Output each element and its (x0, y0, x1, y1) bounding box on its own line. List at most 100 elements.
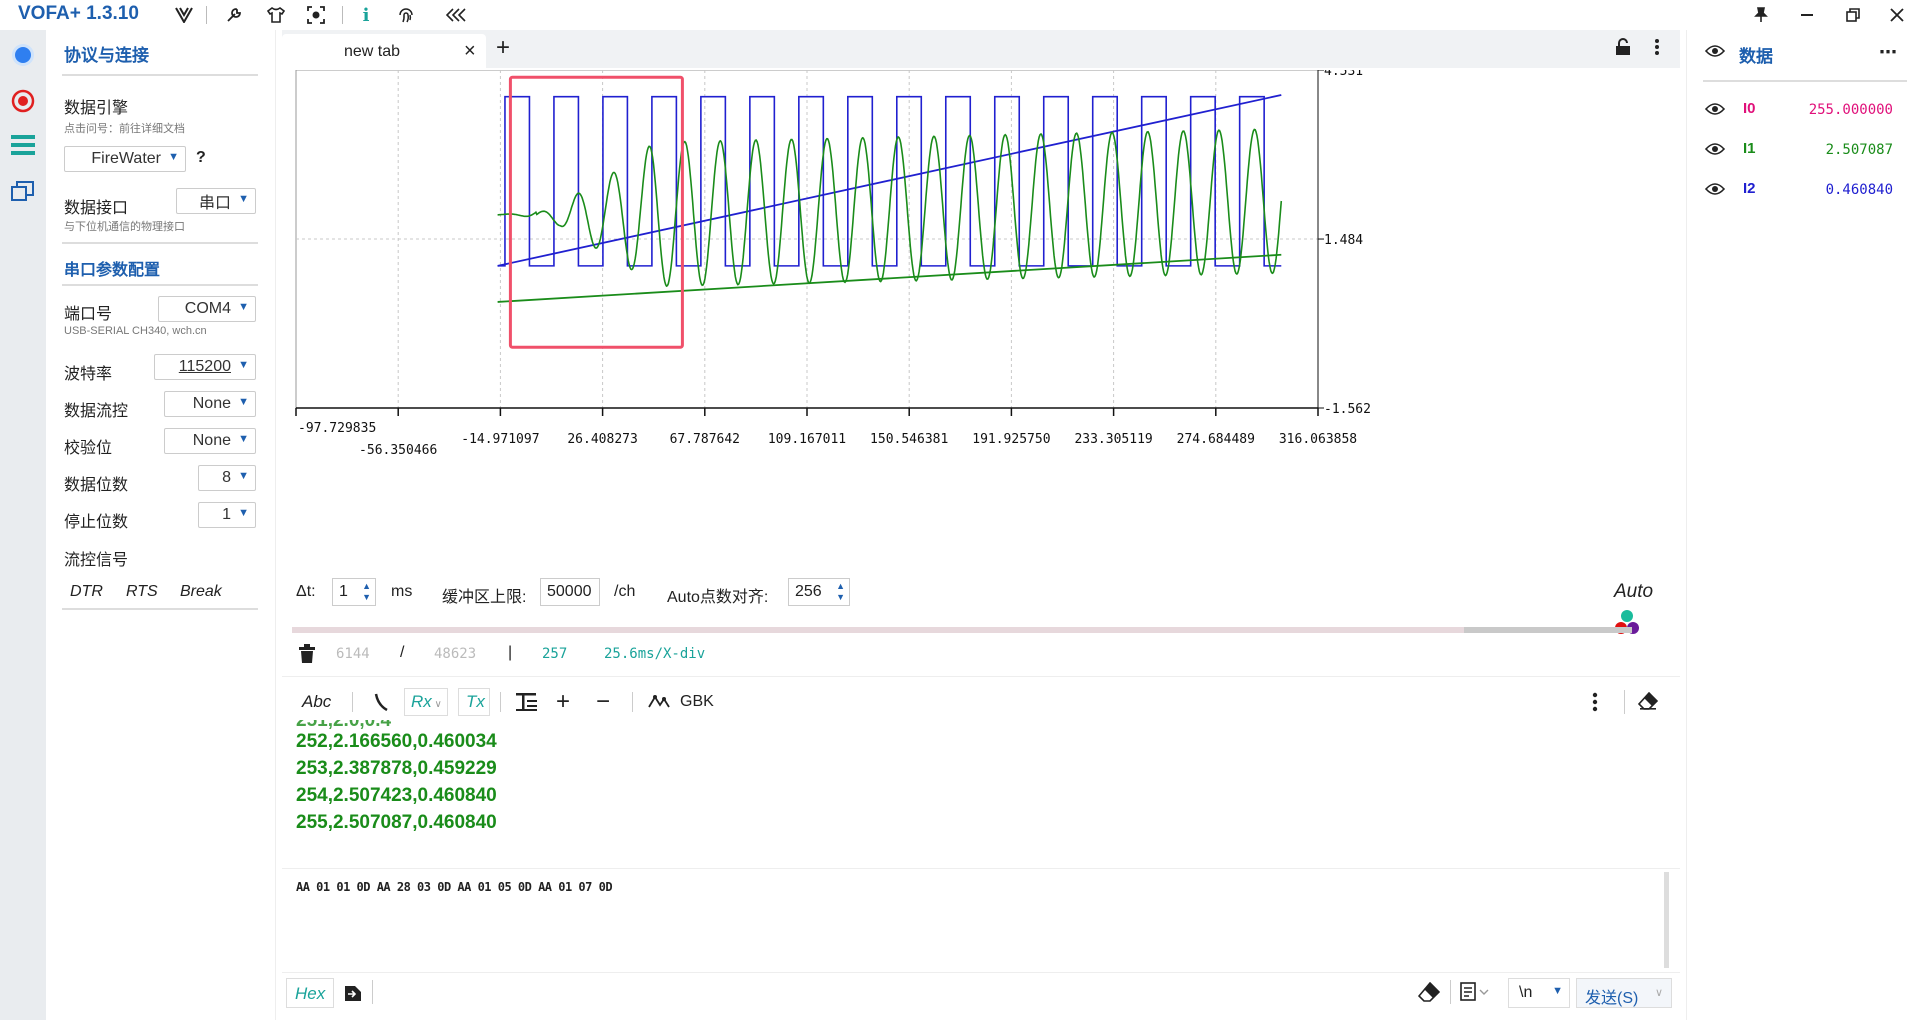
data-more-icon[interactable]: ⋯ (1879, 42, 1897, 63)
stopbits-select[interactable]: 1 ▼ (198, 502, 256, 528)
channel-row[interactable]: I1 2.507087 (1687, 134, 1920, 164)
capture-icon[interactable] (302, 2, 330, 28)
x-tick-label: -14.971097 (461, 432, 539, 447)
trash-icon[interactable] (298, 644, 316, 669)
minimize-button[interactable] (1784, 0, 1830, 30)
baud-select[interactable]: 115200 ▼ (154, 354, 256, 380)
connection-icon[interactable] (8, 40, 38, 70)
timestamp-icon[interactable] (374, 688, 388, 716)
dt-label: Δt: (296, 583, 316, 600)
xdiv-label: 25.6ms/X-div (604, 646, 706, 662)
x-tick-label: 26.408273 (567, 432, 637, 447)
channel-value: 0.460840 (1825, 182, 1893, 198)
baud-label: 波特率 (64, 366, 113, 383)
wrench-icon[interactable] (220, 2, 248, 28)
text-format-icon[interactable] (516, 688, 538, 716)
add-tab-button[interactable]: + (496, 34, 510, 62)
channel-dots-icon[interactable] (1612, 608, 1642, 643)
count-sep-1: / (400, 644, 405, 661)
channel-row[interactable]: I0 255.000000 (1687, 94, 1920, 124)
count-sep-2: | (508, 644, 513, 661)
collapse-icon[interactable] (442, 2, 470, 28)
tx-toggle[interactable]: Tx (458, 688, 490, 716)
send-scrollbar[interactable] (1664, 872, 1669, 968)
vofa-logo-icon[interactable] (170, 2, 198, 28)
hex-toggle[interactable]: Hex (286, 978, 334, 1008)
interface-select[interactable]: 串口 ▼ (176, 188, 256, 214)
info-icon[interactable]: i (352, 2, 380, 28)
clear-send-icon[interactable] (1417, 981, 1441, 1007)
eye-icon[interactable] (1704, 142, 1726, 161)
engine-help-button[interactable]: ? (196, 149, 206, 167)
tab-new[interactable]: new tab × (282, 34, 486, 68)
databits-select[interactable]: 8 ▼ (198, 465, 256, 491)
break-button[interactable]: Break (180, 583, 222, 601)
send-button[interactable]: 发送(S) ∨ (1576, 978, 1672, 1008)
buffer-input[interactable]: 50000 (540, 578, 600, 606)
auto-label[interactable]: Auto (1614, 581, 1653, 603)
spinner-icon[interactable]: ▲ ▼ (362, 581, 371, 603)
zoom-out-icon[interactable]: − (596, 688, 610, 716)
interface-label: 数据接口 (64, 200, 129, 217)
channel-name: I1 (1743, 140, 1756, 157)
windows-icon[interactable] (8, 176, 38, 206)
abc-button[interactable]: Abc (302, 688, 331, 716)
parity-select[interactable]: None ▼ (164, 428, 256, 454)
port-select[interactable]: COM4 ▼ (158, 296, 256, 322)
waveform-chart[interactable]: -97.729835 -56.350466 -14.971097 26.408273 6… (282, 64, 1680, 550)
x-tick-label: 109.167011 (768, 432, 846, 447)
channel-row[interactable]: I2 0.460840 (1687, 174, 1920, 204)
count-1: 6144 (336, 646, 370, 662)
engine-hint: 点击问号：前往详细文档 (64, 123, 185, 135)
x-tick-label: 67.787642 (670, 432, 740, 447)
newline-select[interactable]: \n ▼ (1508, 978, 1570, 1008)
waveform-icon[interactable] (648, 688, 670, 716)
data-heading: 数据 (1739, 47, 1773, 66)
eye-icon[interactable] (1704, 182, 1726, 201)
port-hint: USB-SERIAL CH340, wch.cn (64, 325, 207, 337)
channel-name: I0 (1743, 100, 1756, 117)
dt-input[interactable]: 1 ▲ ▼ (332, 578, 376, 606)
tab-close-button[interactable]: × (464, 40, 476, 63)
scroll-track[interactable] (292, 627, 1632, 633)
eye-icon[interactable] (1704, 102, 1726, 121)
engine-select[interactable]: FireWater ▼ (64, 146, 186, 172)
file-send-icon[interactable] (344, 984, 362, 1007)
record-icon[interactable] (8, 86, 38, 116)
zoom-in-icon[interactable]: + (556, 688, 570, 716)
send-textarea[interactable]: AA 01 01 0D AA 28 03 0D AA 01 05 0D AA 0… (282, 870, 1674, 970)
align-input[interactable]: 256 ▲ ▼ (788, 578, 850, 606)
eraser-icon[interactable] (1637, 691, 1659, 715)
encoding-label[interactable]: GBK (680, 688, 714, 716)
app-title: VOFA+ 1.3.10 (18, 3, 139, 24)
close-button[interactable] (1874, 0, 1920, 30)
unlock-icon[interactable] (1614, 38, 1632, 61)
list-icon[interactable] (8, 130, 38, 160)
chart-svg: -97.729835 -56.350466 -14.971097 26.408273 6… (295, 64, 1371, 458)
chevron-down-icon: ▼ (238, 301, 249, 313)
dt-unit: ms (391, 583, 413, 600)
more-icon[interactable] (1654, 38, 1660, 61)
shirt-icon[interactable] (262, 2, 290, 28)
y-tick-label: 4.531 (1324, 70, 1363, 79)
chevron-down-icon: ▼ (238, 507, 249, 519)
protocol-heading: 协议与连接 (64, 46, 149, 65)
dtr-button[interactable]: DTR (70, 583, 103, 601)
rx-more-icon[interactable] (1592, 692, 1598, 717)
command-list-icon[interactable] (1460, 982, 1490, 1007)
interface-hint: 与下位机通信的物理接口 (64, 221, 185, 233)
flow-select[interactable]: None ▼ (164, 391, 256, 417)
spinner-icon[interactable]: ▲ ▼ (836, 581, 845, 603)
restore-button[interactable] (1830, 0, 1876, 30)
rx-toggle[interactable]: Rx ∨ (404, 688, 448, 716)
x-tick-label: -56.350466 (359, 443, 437, 458)
scroll-thumb[interactable] (1464, 627, 1632, 633)
pin-icon[interactable] (1738, 0, 1784, 30)
buffer-unit: /ch (614, 583, 636, 600)
channel-value: 255.000000 (1808, 102, 1893, 118)
rts-button[interactable]: RTS (126, 583, 158, 601)
port-label: 端口号 (64, 306, 113, 323)
y-tick-label: 1.484 (1324, 233, 1363, 248)
eye-icon[interactable] (1704, 44, 1726, 63)
fingerprint-icon[interactable] (392, 2, 420, 28)
